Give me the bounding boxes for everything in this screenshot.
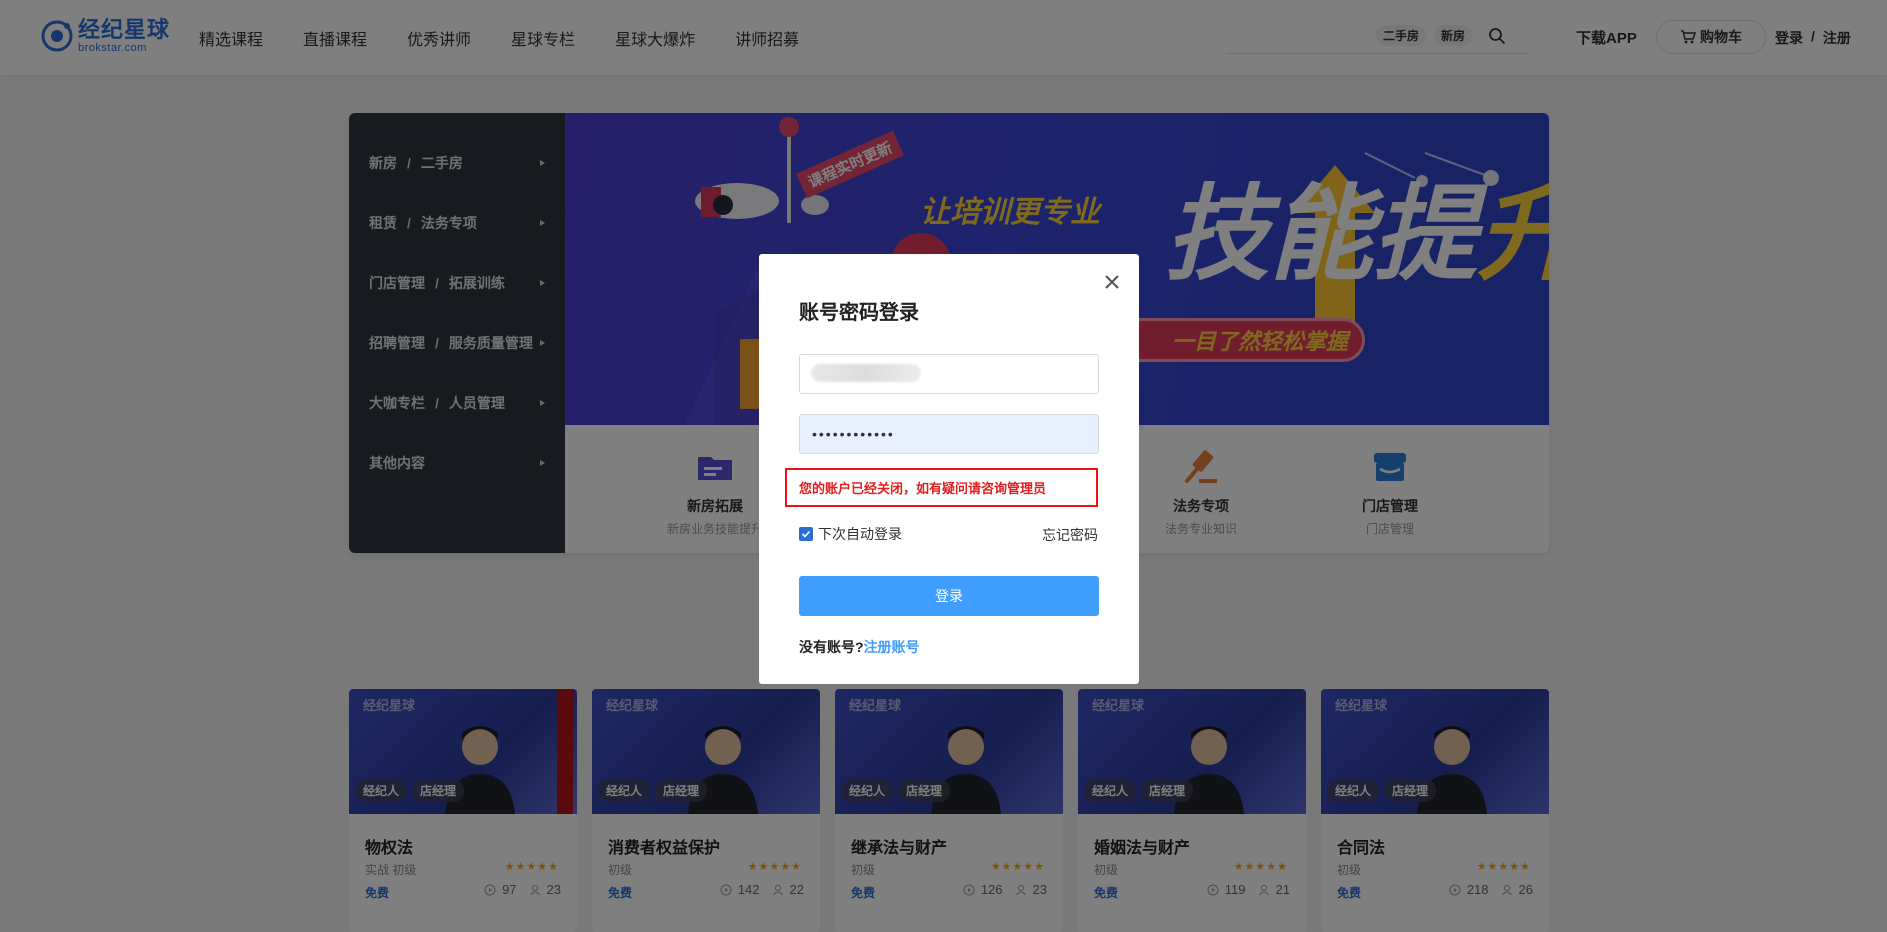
close-icon[interactable] — [1102, 272, 1122, 292]
dialog-title: 账号密码登录 — [799, 302, 919, 324]
error-message: 您的账户已经关闭，如有疑问请咨询管理员 — [785, 468, 1098, 507]
redacted-username — [811, 364, 921, 382]
signup-prompt: 没有账号?注册账号 — [799, 637, 920, 657]
forgot-password-link[interactable]: 忘记密码 — [1042, 525, 1098, 545]
checkbox-checked-icon[interactable] — [799, 527, 813, 541]
login-button[interactable]: 登录 — [799, 576, 1099, 616]
remember-me-checkbox[interactable]: 下次自动登录 — [799, 524, 902, 544]
login-dialog: 账号密码登录 您的账户已经关闭，如有疑问请咨询管理员 下次自动登录 忘记密码 登… — [759, 254, 1139, 684]
no-account-text: 没有账号? — [799, 639, 864, 655]
remember-me-label: 下次自动登录 — [818, 526, 902, 542]
password-field[interactable] — [799, 414, 1099, 454]
register-account-link[interactable]: 注册账号 — [864, 639, 920, 655]
